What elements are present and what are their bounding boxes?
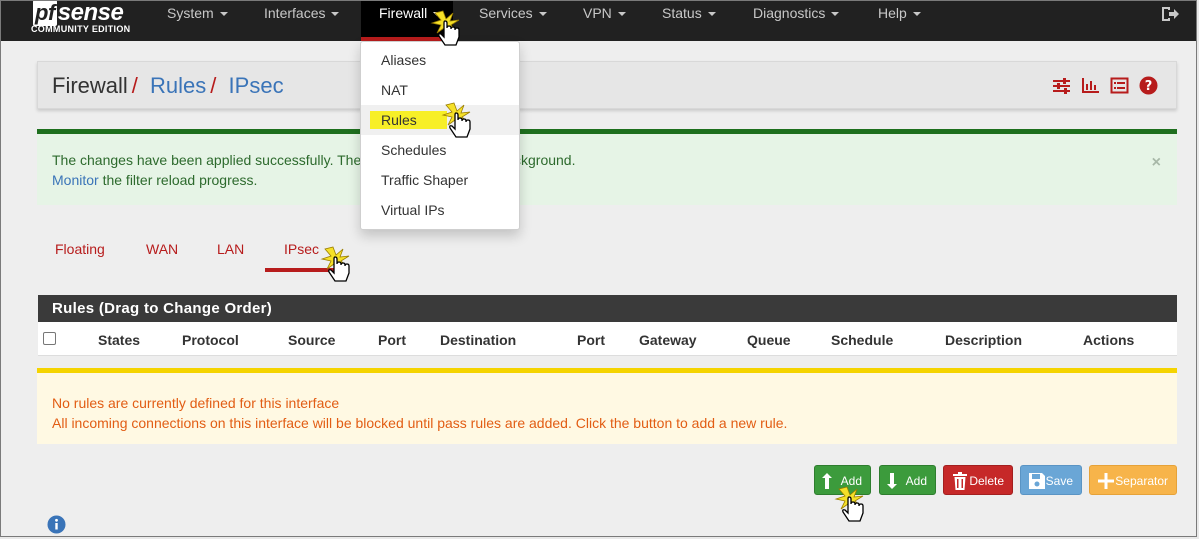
breadcrumb-separator: / [131, 73, 138, 98]
breadcrumb-firewall: Firewall [52, 73, 128, 98]
pfsense-logo[interactable]: pf sense COMMUNITY EDITION [31, 1, 141, 37]
svg-text:?: ? [1145, 79, 1153, 94]
add-rule-bottom-button[interactable]: Add [879, 465, 936, 495]
tab-lan[interactable]: LAN [217, 241, 244, 257]
tab-ipsec[interactable]: IPsec [284, 241, 319, 257]
breadcrumb-actions: ? [1052, 76, 1158, 96]
nav-firewall[interactable]: Firewall [361, 1, 453, 41]
nav-system[interactable]: System [167, 1, 228, 41]
add-rule-top-button[interactable]: Add [814, 465, 871, 495]
logo-wordmark: pf sense [33, 0, 124, 26]
caret-down-icon [331, 12, 340, 17]
breadcrumb-rules[interactable]: Rules [150, 73, 206, 98]
save-button[interactable]: Save [1020, 465, 1082, 495]
rules-table-header: States Protocol Source Port Destination … [38, 322, 1177, 356]
arrow-turn-up-icon [822, 473, 832, 489]
breadcrumb-ipsec[interactable]: IPsec [229, 73, 284, 98]
tab-wan[interactable]: WAN [146, 241, 178, 257]
nav-vpn[interactable]: VPN [583, 1, 626, 41]
breadcrumb: Firewall / Rules / IPsec [52, 73, 284, 99]
nav-help[interactable]: Help [878, 1, 921, 41]
browser-frame: pf sense COMMUNITY EDITION System Interfa… [0, 0, 1197, 537]
menu-item-rules[interactable]: Rules [361, 105, 519, 135]
hand-cursor-icon [320, 246, 350, 282]
col-description: Description [945, 332, 1023, 348]
menu-item-nat[interactable]: NAT [361, 75, 519, 105]
nav-interfaces[interactable]: Interfaces [264, 1, 340, 41]
col-destination-port: Port [577, 332, 605, 348]
active-tab-underline [265, 268, 335, 272]
no-rules-warning: No rules are currently defined for this … [37, 368, 1177, 444]
select-all-checkbox[interactable] [43, 332, 56, 345]
caret-down-icon [912, 12, 921, 17]
logout-icon[interactable] [1160, 5, 1180, 23]
warning-line-1: No rules are currently defined for this … [52, 395, 340, 411]
nav-diagnostics[interactable]: Diagnostics [753, 1, 840, 41]
col-actions: Actions [1083, 332, 1135, 348]
caret-down-icon [831, 12, 840, 17]
success-line-2: Monitor the filter reload progress. [52, 172, 258, 188]
nav-services[interactable]: Services [479, 1, 547, 41]
col-states: States [98, 332, 141, 348]
col-protocol: Protocol [182, 332, 239, 348]
top-navbar: pf sense COMMUNITY EDITION System Interfa… [1, 1, 1196, 41]
menu-item-virtual-ips[interactable]: Virtual IPs [361, 195, 519, 225]
breadcrumb-separator: / [210, 73, 217, 98]
floppy-disk-icon [1029, 473, 1045, 489]
trash-icon [953, 472, 967, 490]
caret-down-icon [219, 12, 228, 17]
rules-table-title: Rules (Drag to Change Order) [38, 295, 1177, 322]
success-alert: The changes have been applied successful… [37, 129, 1177, 205]
add-separator-button[interactable]: Separator [1089, 465, 1177, 495]
monitor-link[interactable]: Monitor [52, 172, 99, 188]
caret-down-icon [707, 12, 716, 17]
arrow-turn-down-icon [887, 473, 897, 489]
logo-subtitle: COMMUNITY EDITION [31, 24, 131, 34]
col-destination: Destination [440, 332, 517, 348]
col-source: Source [288, 332, 336, 348]
caret-down-icon [538, 12, 547, 17]
caret-down-icon [433, 12, 442, 17]
breadcrumb-panel: Firewall / Rules / IPsec ? [37, 61, 1177, 109]
help-icon[interactable]: ? [1139, 76, 1158, 95]
menu-item-rules-label: Rules [370, 111, 447, 129]
tab-floating[interactable]: Floating [55, 241, 105, 257]
plus-icon [1098, 473, 1114, 489]
firewall-dropdown-menu: Aliases NAT Rules Schedules Traffic Shap… [360, 41, 520, 230]
col-gateway: Gateway [639, 332, 697, 348]
col-source-port: Port [378, 332, 406, 348]
warning-line-2: All incoming connections on this interfa… [52, 415, 788, 431]
caret-down-icon [617, 12, 626, 17]
nav-status[interactable]: Status [662, 1, 716, 41]
sliders-icon[interactable] [1052, 76, 1071, 95]
menu-item-aliases[interactable]: Aliases [361, 45, 519, 75]
close-alert-button[interactable]: × [1152, 154, 1161, 172]
col-queue: Queue [747, 332, 791, 348]
menu-item-traffic-shaper[interactable]: Traffic Shaper [361, 165, 519, 195]
delete-button[interactable]: Delete [943, 465, 1013, 495]
col-schedule: Schedule [831, 332, 894, 348]
menu-item-schedules[interactable]: Schedules [361, 135, 519, 165]
log-list-icon[interactable] [1110, 76, 1129, 95]
info-icon[interactable] [47, 515, 66, 534]
bar-chart-icon[interactable] [1081, 76, 1100, 95]
